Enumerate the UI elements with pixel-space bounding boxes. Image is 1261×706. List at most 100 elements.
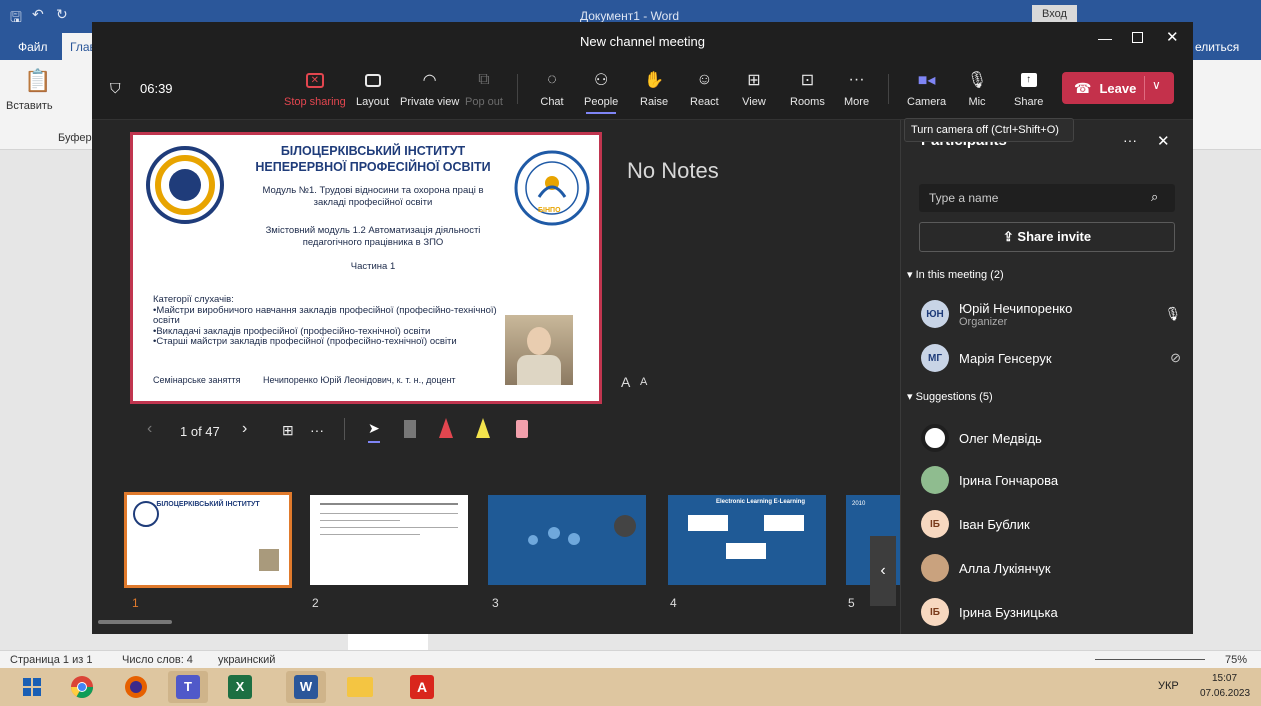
layout-icon <box>361 70 385 90</box>
mic-button[interactable]: 🎙 Mic <box>965 70 989 108</box>
participant-row[interactable]: ЮН Юрій Нечипоренко Organizer 🎙 <box>921 296 1181 332</box>
raise-hand-button[interactable]: ✋ Raise <box>640 70 668 108</box>
input-language[interactable]: УКР <box>1158 680 1179 692</box>
more-button[interactable]: ··· More <box>844 70 869 108</box>
highlighter-icon[interactable] <box>476 418 490 438</box>
chat-button[interactable]: ◌ Chat <box>540 70 564 108</box>
paste-label[interactable]: Вставить <box>6 100 53 112</box>
mic-icon: 🎙 <box>966 72 988 89</box>
share-invite-button[interactable]: ⇪ Share invite <box>919 222 1175 252</box>
suggestions-header[interactable]: ▾ Suggestions (5) <box>907 390 993 403</box>
bnpo-logo <box>514 150 590 226</box>
thumbnail-slide[interactable] <box>488 495 646 585</box>
paste-icon[interactable]: 📋 <box>24 68 51 94</box>
rooms-label: Rooms <box>790 96 825 108</box>
horizontal-scrollbar[interactable] <box>98 620 172 624</box>
share-tray-icon: ↑ <box>1017 70 1041 90</box>
tab-file[interactable]: Файл <box>18 40 48 54</box>
acrobat-icon[interactable]: A <box>402 671 442 703</box>
camera-button[interactable]: ■◂ Camera <box>907 70 946 108</box>
people-label: People <box>584 96 619 108</box>
save-icon[interactable]: 🖫 <box>10 7 22 31</box>
in-meeting-header[interactable]: ▾ In this meeting (2) <box>907 268 1004 281</box>
slide-categories: Категорії слухачів: •Майстри виробничого… <box>153 294 503 348</box>
shared-slide[interactable]: БІЛОЦЕРКІВСЬКИЙ ІНСТИТУТ НЕПЕРЕРВНОЇ ПРО… <box>130 132 602 404</box>
presenter-photo <box>505 315 573 385</box>
grid-view-icon[interactable]: ⊞ <box>282 422 294 439</box>
file-explorer-icon[interactable] <box>340 671 380 703</box>
next-slide-icon[interactable]: › <box>242 420 247 438</box>
word-status-bar: Страница 1 из 1 Число слов: 4 украинский… <box>0 650 1261 668</box>
excel-icon[interactable]: X <box>220 671 260 703</box>
chevron-down-icon[interactable]: ∨ <box>1152 78 1161 92</box>
redo-icon[interactable]: ↻ <box>56 6 68 23</box>
zoom-slider[interactable] <box>1095 659 1205 660</box>
pen-icon[interactable] <box>439 418 453 438</box>
avatar <box>921 554 949 582</box>
more-options-icon[interactable]: ··· <box>310 422 324 438</box>
suggestion-row[interactable]: Ірина Гончарова <box>921 462 1181 498</box>
thumbnail-slide[interactable]: Electronic Learning E-Learning <box>668 495 826 585</box>
teams-taskbar-icon[interactable]: T <box>168 671 208 703</box>
mic-label: Mic <box>968 96 986 108</box>
raise-label: Raise <box>640 96 669 108</box>
private-view-button[interactable]: ◠ Private view <box>400 70 459 108</box>
rooms-button[interactable]: ⊡ Rooms <box>790 70 825 108</box>
panel-close-icon[interactable]: ✕ <box>1157 132 1170 150</box>
speaker-notes: No Notes <box>627 158 719 183</box>
login-button[interactable]: Вход <box>1032 5 1077 23</box>
decrease-font-button[interactable]: A <box>640 376 647 388</box>
participant-name: Ірина Бузницька <box>959 604 1058 620</box>
layout-label: Layout <box>356 96 390 108</box>
react-button[interactable]: ☺ React <box>690 70 719 108</box>
laser-pen-icon[interactable] <box>404 420 416 438</box>
clock-time[interactable]: 15:07 <box>1212 673 1237 684</box>
participant-name: Марія Генсерук <box>959 350 1052 366</box>
chrome-icon[interactable] <box>62 671 102 703</box>
view-label: View <box>742 96 766 108</box>
prev-slide-icon[interactable]: ‹ <box>147 420 152 438</box>
view-button[interactable]: ⊞ View <box>742 70 766 108</box>
clock-date[interactable]: 07.06.2023 <box>1200 688 1250 699</box>
pointer-tool-icon[interactable]: ➤ <box>368 420 380 443</box>
start-button[interactable] <box>12 671 52 703</box>
share-label[interactable]: елиться <box>1195 40 1239 54</box>
participant-row[interactable]: МГ Марія Генсерук ⊘ <box>921 340 1181 376</box>
increase-font-button[interactable]: A <box>621 374 630 390</box>
thumbnail-slide[interactable]: БІЛОЦЕРКІВСЬКИЙ ІНСТИТУТ <box>124 492 292 588</box>
word-taskbar-icon[interactable]: W <box>286 671 326 703</box>
participant-name: Олег Медвідь <box>959 430 1042 446</box>
people-active-indicator <box>586 112 617 114</box>
mic-on-icon: 🎙 <box>1164 306 1181 321</box>
suggestion-row[interactable]: ІБ Іван Бублик <box>921 506 1181 542</box>
slide-counter: 1 of 47 <box>180 424 220 439</box>
participant-role: Organizer <box>959 315 1008 328</box>
mic-muted-icon: ⊘ <box>1170 350 1181 365</box>
shield-icon: ⛉ <box>110 80 121 96</box>
search-icon: ⌕ <box>1151 189 1159 204</box>
pop-out-icon: ⧉ <box>478 71 490 88</box>
close-window-icon[interactable]: ✕ <box>1166 28 1179 46</box>
firefox-icon[interactable] <box>116 671 156 703</box>
share-button[interactable]: ↑ Share <box>1014 70 1043 108</box>
suggestion-row[interactable]: Олег Медвідь <box>921 420 1181 456</box>
leave-button[interactable]: ☎ Leave ∨ <box>1062 72 1174 104</box>
camera-label: Camera <box>907 96 947 108</box>
undo-icon[interactable]: ↶ <box>32 6 44 23</box>
toolbar-divider <box>517 74 518 104</box>
maximize-icon[interactable] <box>1132 32 1143 43</box>
participant-search-input[interactable]: Type a name ⌕ <box>919 184 1175 212</box>
pop-out-button[interactable]: ⧉ Pop out <box>465 70 503 108</box>
people-button[interactable]: ⚇ People <box>584 70 618 114</box>
thumbnail-slide[interactable] <box>310 495 468 585</box>
stop-sharing-button[interactable]: ✕ Stop sharing <box>284 70 346 108</box>
layout-button[interactable]: Layout <box>356 70 389 108</box>
suggestion-row[interactable]: ІБ Ірина Бузницька <box>921 594 1181 630</box>
eraser-icon[interactable] <box>516 420 528 438</box>
suggestion-row[interactable]: Алла Лукіянчук <box>921 550 1181 586</box>
camera-icon: ■◂ <box>917 72 936 89</box>
minimize-icon[interactable]: — <box>1098 30 1112 46</box>
people-icon: ⚇ <box>593 72 609 89</box>
thumbnails-scroll-right[interactable]: ‹ <box>870 536 896 606</box>
panel-more-icon[interactable]: ··· <box>1123 132 1137 148</box>
